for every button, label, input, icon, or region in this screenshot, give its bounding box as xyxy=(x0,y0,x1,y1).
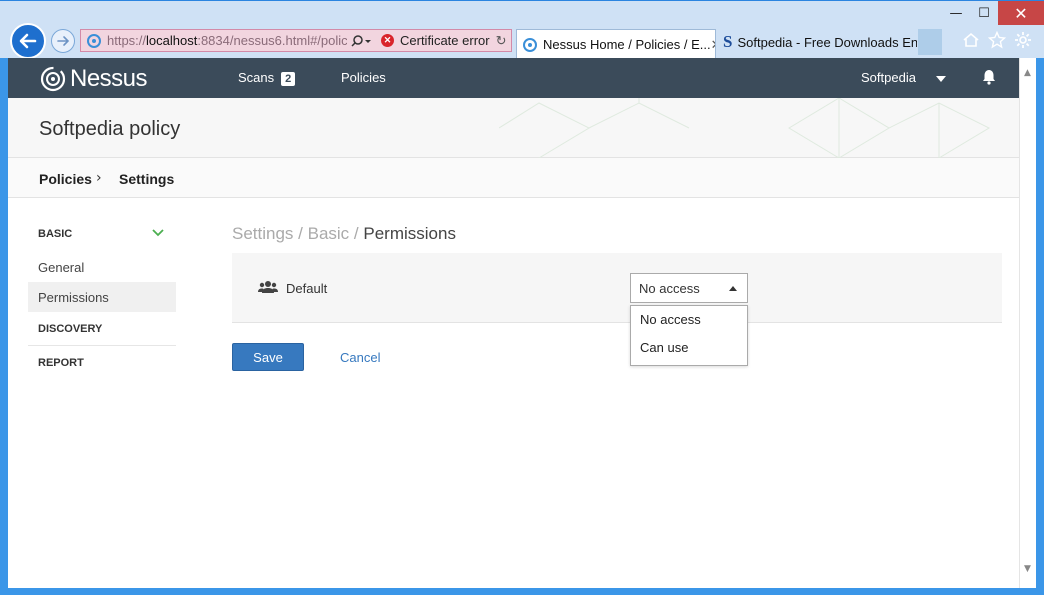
option-can-use[interactable]: Can use xyxy=(631,334,747,362)
address-bar[interactable]: https://localhost:8834/nessus6.html#/pol… xyxy=(80,29,512,52)
arrow-right-icon xyxy=(57,36,70,46)
section-crumb-permissions: Permissions xyxy=(363,224,456,243)
minimize-button[interactable]: — xyxy=(942,1,970,25)
chevron-right-icon: › xyxy=(96,170,102,186)
certificate-error[interactable]: ✕ Certificate error xyxy=(381,33,490,48)
brand-name: Nessus xyxy=(70,65,148,92)
browser-chrome: — ☐ ✕ https://localhost:8834/nessus6.htm… xyxy=(0,0,1044,59)
tab-nessus[interactable]: Nessus Home / Policies / E... ✕ xyxy=(516,29,716,59)
top-nav: Nessus Scans 2 Policies Softpedia xyxy=(8,58,1019,98)
sidebar-section-report[interactable]: REPORT xyxy=(28,346,176,380)
nessus-favicon-icon xyxy=(87,33,101,48)
users-icon xyxy=(258,281,278,293)
certificate-error-label: Certificate error xyxy=(400,33,490,48)
sidebar-section-label: BASIC xyxy=(38,228,73,240)
page-content: Softpedia policy Policies › Settings BAS… xyxy=(8,98,1019,588)
permission-select[interactable]: No access xyxy=(630,273,748,303)
breadcrumb-settings: Settings xyxy=(119,171,175,187)
error-icon: ✕ xyxy=(381,34,394,47)
nessus-logo-icon xyxy=(40,66,66,92)
settings-sidebar: BASIC General Permissions DISCOVERY REPO… xyxy=(28,218,176,380)
section-breadcrumb: Settings / Basic / Permissions xyxy=(232,224,456,244)
chevron-check-icon xyxy=(152,229,164,237)
home-icon[interactable] xyxy=(962,31,980,49)
chevron-down-icon[interactable] xyxy=(936,76,946,82)
save-button[interactable]: Save xyxy=(232,343,304,371)
permission-row: Default No access xyxy=(232,253,1002,323)
user-menu[interactable]: Softpedia xyxy=(861,70,916,85)
tab-label: Nessus Home / Policies / E... xyxy=(543,37,711,52)
new-tab-button[interactable] xyxy=(918,29,942,55)
nav-scans-label: Scans xyxy=(238,70,275,85)
softpedia-favicon-icon: S xyxy=(723,32,733,51)
settings-gear-icon[interactable] xyxy=(1014,31,1032,49)
back-button[interactable] xyxy=(10,23,46,59)
title-band: Softpedia policy xyxy=(8,98,1019,158)
close-window-button[interactable]: ✕ xyxy=(998,1,1044,25)
scroll-down-icon[interactable]: ▼ xyxy=(1024,564,1031,574)
vertical-scrollbar[interactable]: ▲ ▼ xyxy=(1019,58,1036,588)
crumb-separator: / xyxy=(293,224,308,243)
nessus-logo[interactable]: Nessus xyxy=(40,65,148,93)
scroll-up-icon[interactable]: ▲ xyxy=(1024,68,1031,78)
page-title: Softpedia policy xyxy=(39,118,181,140)
forward-button[interactable] xyxy=(51,29,75,53)
window-controls: — ☐ ✕ xyxy=(942,1,1044,25)
chevron-up-icon xyxy=(729,286,737,291)
crumb-separator: / xyxy=(349,224,364,243)
nessus-favicon-icon xyxy=(523,37,537,52)
permission-group-label: Default xyxy=(286,281,328,296)
section-crumb-settings: Settings xyxy=(232,224,294,243)
maximize-button[interactable]: ☐ xyxy=(970,1,998,25)
tab-softpedia[interactable]: S Softpedia - Free Downloads En... xyxy=(717,29,917,55)
option-no-access[interactable]: No access xyxy=(631,306,747,334)
refresh-icon[interactable]: ↻ xyxy=(496,33,507,49)
permission-dropdown-menu: No access Can use xyxy=(630,305,748,366)
sidebar-section-basic[interactable]: BASIC xyxy=(28,218,176,252)
nav-policies[interactable]: Policies xyxy=(341,70,386,85)
cancel-link[interactable]: Cancel xyxy=(340,350,380,365)
favorites-star-icon[interactable] xyxy=(988,31,1006,49)
sidebar-section-discovery[interactable]: DISCOVERY xyxy=(28,312,176,346)
arrow-left-icon xyxy=(19,33,37,49)
section-crumb-basic: Basic xyxy=(307,224,350,243)
background-pattern xyxy=(499,98,991,158)
breadcrumb: Policies › Settings xyxy=(8,158,1019,198)
breadcrumb-policies[interactable]: Policies xyxy=(39,171,92,187)
address-url[interactable]: https://localhost:8834/nessus6.html#/pol… xyxy=(107,33,347,48)
sidebar-item-general[interactable]: General xyxy=(28,252,176,282)
select-value: No access xyxy=(639,281,700,296)
nav-scans[interactable]: Scans 2 xyxy=(238,70,296,86)
tab-close-icon[interactable]: ✕ xyxy=(711,37,715,53)
sidebar-item-permissions[interactable]: Permissions xyxy=(28,282,176,312)
chrome-toolbar-icons xyxy=(962,31,1032,49)
address-search-icon[interactable] xyxy=(351,34,377,48)
tab-label: Softpedia - Free Downloads En... xyxy=(737,34,917,50)
scans-count-badge: 2 xyxy=(281,72,296,86)
bell-icon[interactable] xyxy=(982,69,996,85)
